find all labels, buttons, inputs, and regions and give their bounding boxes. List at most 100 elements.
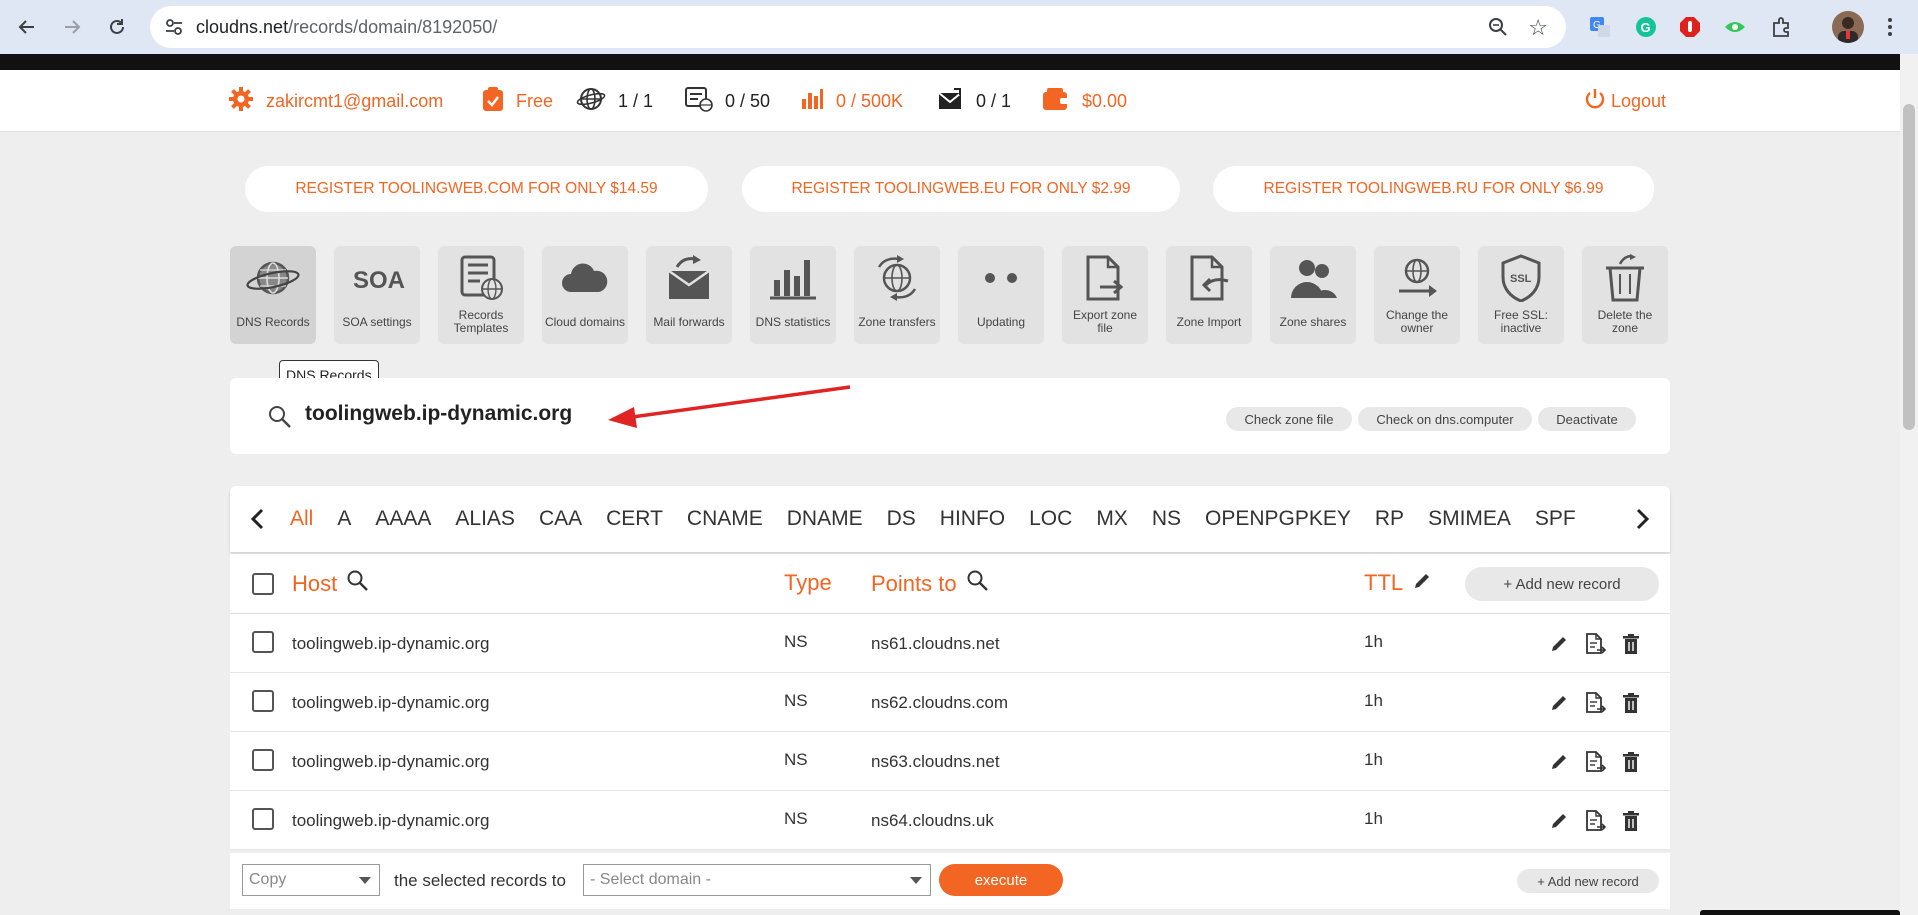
- copy-record-icon[interactable]: [1584, 751, 1607, 778]
- tool-mail-forwards[interactable]: Mail forwards: [646, 246, 732, 344]
- delete-trash-icon[interactable]: [1622, 752, 1640, 777]
- page-corner-bar: [1700, 910, 1900, 915]
- type-tab-hinfo[interactable]: HINFO: [940, 507, 1005, 531]
- type-tab-loc[interactable]: LOC: [1029, 507, 1072, 531]
- type-tab-cert[interactable]: CERT: [606, 507, 663, 531]
- tool-delete-zone[interactable]: Delete the zone: [1582, 246, 1668, 344]
- type-tab-spf[interactable]: SPF: [1535, 507, 1576, 531]
- site-settings-icon[interactable]: [164, 18, 184, 41]
- bulk-action-select[interactable]: Copy: [242, 864, 380, 896]
- type-tab-all[interactable]: All: [290, 507, 313, 531]
- check-on-dns-computer-button[interactable]: Check on dns.computer: [1358, 407, 1532, 431]
- account-header: zakircmt1@gmail.com Free 1 / 1 0 / 50 0 …: [0, 70, 1900, 132]
- records-count-stat[interactable]: 0 / 50: [685, 86, 770, 116]
- translate-extension-icon[interactable]: G: [1586, 13, 1614, 41]
- type-tab-alias[interactable]: ALIAS: [455, 507, 515, 531]
- promo-register-eu[interactable]: REGISTER TOOLINGWEB.EU FOR ONLY $2.99: [742, 166, 1180, 212]
- row-checkbox[interactable]: [252, 808, 274, 830]
- plan-link[interactable]: Free: [482, 86, 553, 116]
- search-icon[interactable]: [967, 570, 989, 598]
- tool-zone-transfers[interactable]: Zone transfers: [854, 246, 940, 344]
- account-email-link[interactable]: zakircmt1@gmail.com: [228, 86, 443, 116]
- edit-pencil-icon[interactable]: [1550, 694, 1568, 717]
- queries-count-stat[interactable]: 0 / 500K: [800, 86, 903, 116]
- row-checkbox[interactable]: [252, 690, 274, 712]
- bookmark-star-icon[interactable]: ☆: [1528, 15, 1548, 41]
- row-checkbox[interactable]: [252, 631, 274, 653]
- extensions-puzzle-icon[interactable]: [1768, 13, 1796, 41]
- check-zone-file-button[interactable]: Check zone file: [1226, 407, 1352, 431]
- search-icon[interactable]: [347, 570, 369, 598]
- tool-soa-settings[interactable]: SOA SOA settings: [334, 246, 420, 344]
- copy-record-icon[interactable]: [1584, 692, 1607, 719]
- tool-dns-records[interactable]: DNS Records: [230, 246, 316, 344]
- type-tab-ns[interactable]: NS: [1152, 507, 1181, 531]
- tool-zone-shares[interactable]: Zone shares: [1270, 246, 1356, 344]
- type-tab-mx[interactable]: MX: [1096, 507, 1128, 531]
- delete-trash-icon[interactable]: [1622, 693, 1640, 718]
- address-bar[interactable]: cloudns.net/records/domain/8192050/ ☆: [150, 6, 1566, 48]
- scrollbar-thumb[interactable]: [1903, 104, 1915, 430]
- delete-trash-icon[interactable]: [1622, 811, 1640, 836]
- type-tab-openpgpkey[interactable]: OPENPGPKEY: [1205, 507, 1351, 531]
- select-all-checkbox[interactable]: [252, 573, 274, 595]
- record-type: NS: [784, 632, 808, 651]
- reload-icon[interactable]: [100, 10, 134, 44]
- chevron-right-icon[interactable]: [1630, 505, 1656, 533]
- type-tab-smimea[interactable]: SMIMEA: [1428, 507, 1511, 531]
- host-column-header[interactable]: Host: [292, 570, 369, 598]
- deactivate-button[interactable]: Deactivate: [1538, 407, 1636, 431]
- points-to-column-header[interactable]: Points to: [871, 570, 989, 598]
- page-scrollbar[interactable]: [1900, 54, 1918, 915]
- tool-updating[interactable]: Updating: [958, 246, 1044, 344]
- promo-register-ru[interactable]: REGISTER TOOLINGWEB.RU FOR ONLY $6.99: [1213, 166, 1654, 212]
- type-tab-dname[interactable]: DNAME: [787, 507, 863, 531]
- pencil-icon[interactable]: [1413, 570, 1431, 596]
- logout-link[interactable]: Logout: [1585, 88, 1666, 115]
- host-header-label: Host: [292, 571, 338, 596]
- forward-icon[interactable]: [55, 10, 89, 44]
- profile-avatar[interactable]: [1832, 11, 1864, 43]
- type-tab-aaaa[interactable]: AAAA: [375, 507, 431, 531]
- add-new-record-button-bottom[interactable]: + Add new record: [1517, 869, 1659, 893]
- row-checkbox[interactable]: [252, 749, 274, 771]
- type-tab-a[interactable]: A: [337, 507, 351, 531]
- edit-pencil-icon[interactable]: [1550, 812, 1568, 835]
- zoom-icon[interactable]: [1488, 17, 1508, 42]
- domains-count-stat[interactable]: 1 / 1: [576, 86, 653, 116]
- type-tab-rp[interactable]: RP: [1375, 507, 1404, 531]
- search-icon[interactable]: [268, 405, 292, 434]
- grammarly-extension-icon[interactable]: G: [1632, 13, 1660, 41]
- edit-pencil-icon[interactable]: [1550, 635, 1568, 658]
- add-new-record-button[interactable]: + Add new record: [1465, 567, 1659, 601]
- promo-register-com[interactable]: REGISTER TOOLINGWEB.COM FOR ONLY $14.59: [245, 166, 708, 212]
- delete-trash-icon[interactable]: [1622, 634, 1640, 659]
- balance-stat[interactable]: $0.00: [1042, 86, 1127, 116]
- type-column-header[interactable]: Type: [784, 570, 832, 596]
- target-domain-select[interactable]: - Select domain -: [583, 864, 931, 896]
- execute-button[interactable]: execute: [939, 864, 1063, 896]
- bar-chart-icon: [800, 87, 824, 116]
- row-actions: [1550, 692, 1640, 719]
- copy-record-icon[interactable]: [1584, 633, 1607, 660]
- browser-menu-icon[interactable]: [1876, 13, 1904, 41]
- tool-records-templates[interactable]: Records Templates: [438, 246, 524, 344]
- type-tab-cname[interactable]: CNAME: [687, 507, 763, 531]
- copy-record-icon[interactable]: [1584, 810, 1607, 837]
- tool-export-zone-file[interactable]: Export zone file: [1062, 246, 1148, 344]
- type-tab-ds[interactable]: DS: [887, 507, 916, 531]
- zone-name[interactable]: toolingweb.ip-dynamic.org: [305, 402, 572, 426]
- tool-dns-statistics[interactable]: DNS statistics: [750, 246, 836, 344]
- type-tab-caa[interactable]: CAA: [539, 507, 582, 531]
- ttl-column-header[interactable]: TTL: [1364, 570, 1431, 596]
- tool-zone-import[interactable]: Zone Import: [1166, 246, 1252, 344]
- tool-change-owner[interactable]: Change the owner: [1374, 246, 1460, 344]
- tool-cloud-domains[interactable]: Cloud domains: [542, 246, 628, 344]
- mail-count-stat[interactable]: 0 / 1: [938, 86, 1011, 116]
- chevron-left-icon[interactable]: [244, 505, 270, 533]
- edit-pencil-icon[interactable]: [1550, 753, 1568, 776]
- tool-free-ssl[interactable]: SSL Free SSL: inactive: [1478, 246, 1564, 344]
- back-icon[interactable]: [10, 10, 44, 44]
- eye-extension-icon[interactable]: [1721, 13, 1749, 41]
- adblock-extension-icon[interactable]: [1676, 13, 1704, 41]
